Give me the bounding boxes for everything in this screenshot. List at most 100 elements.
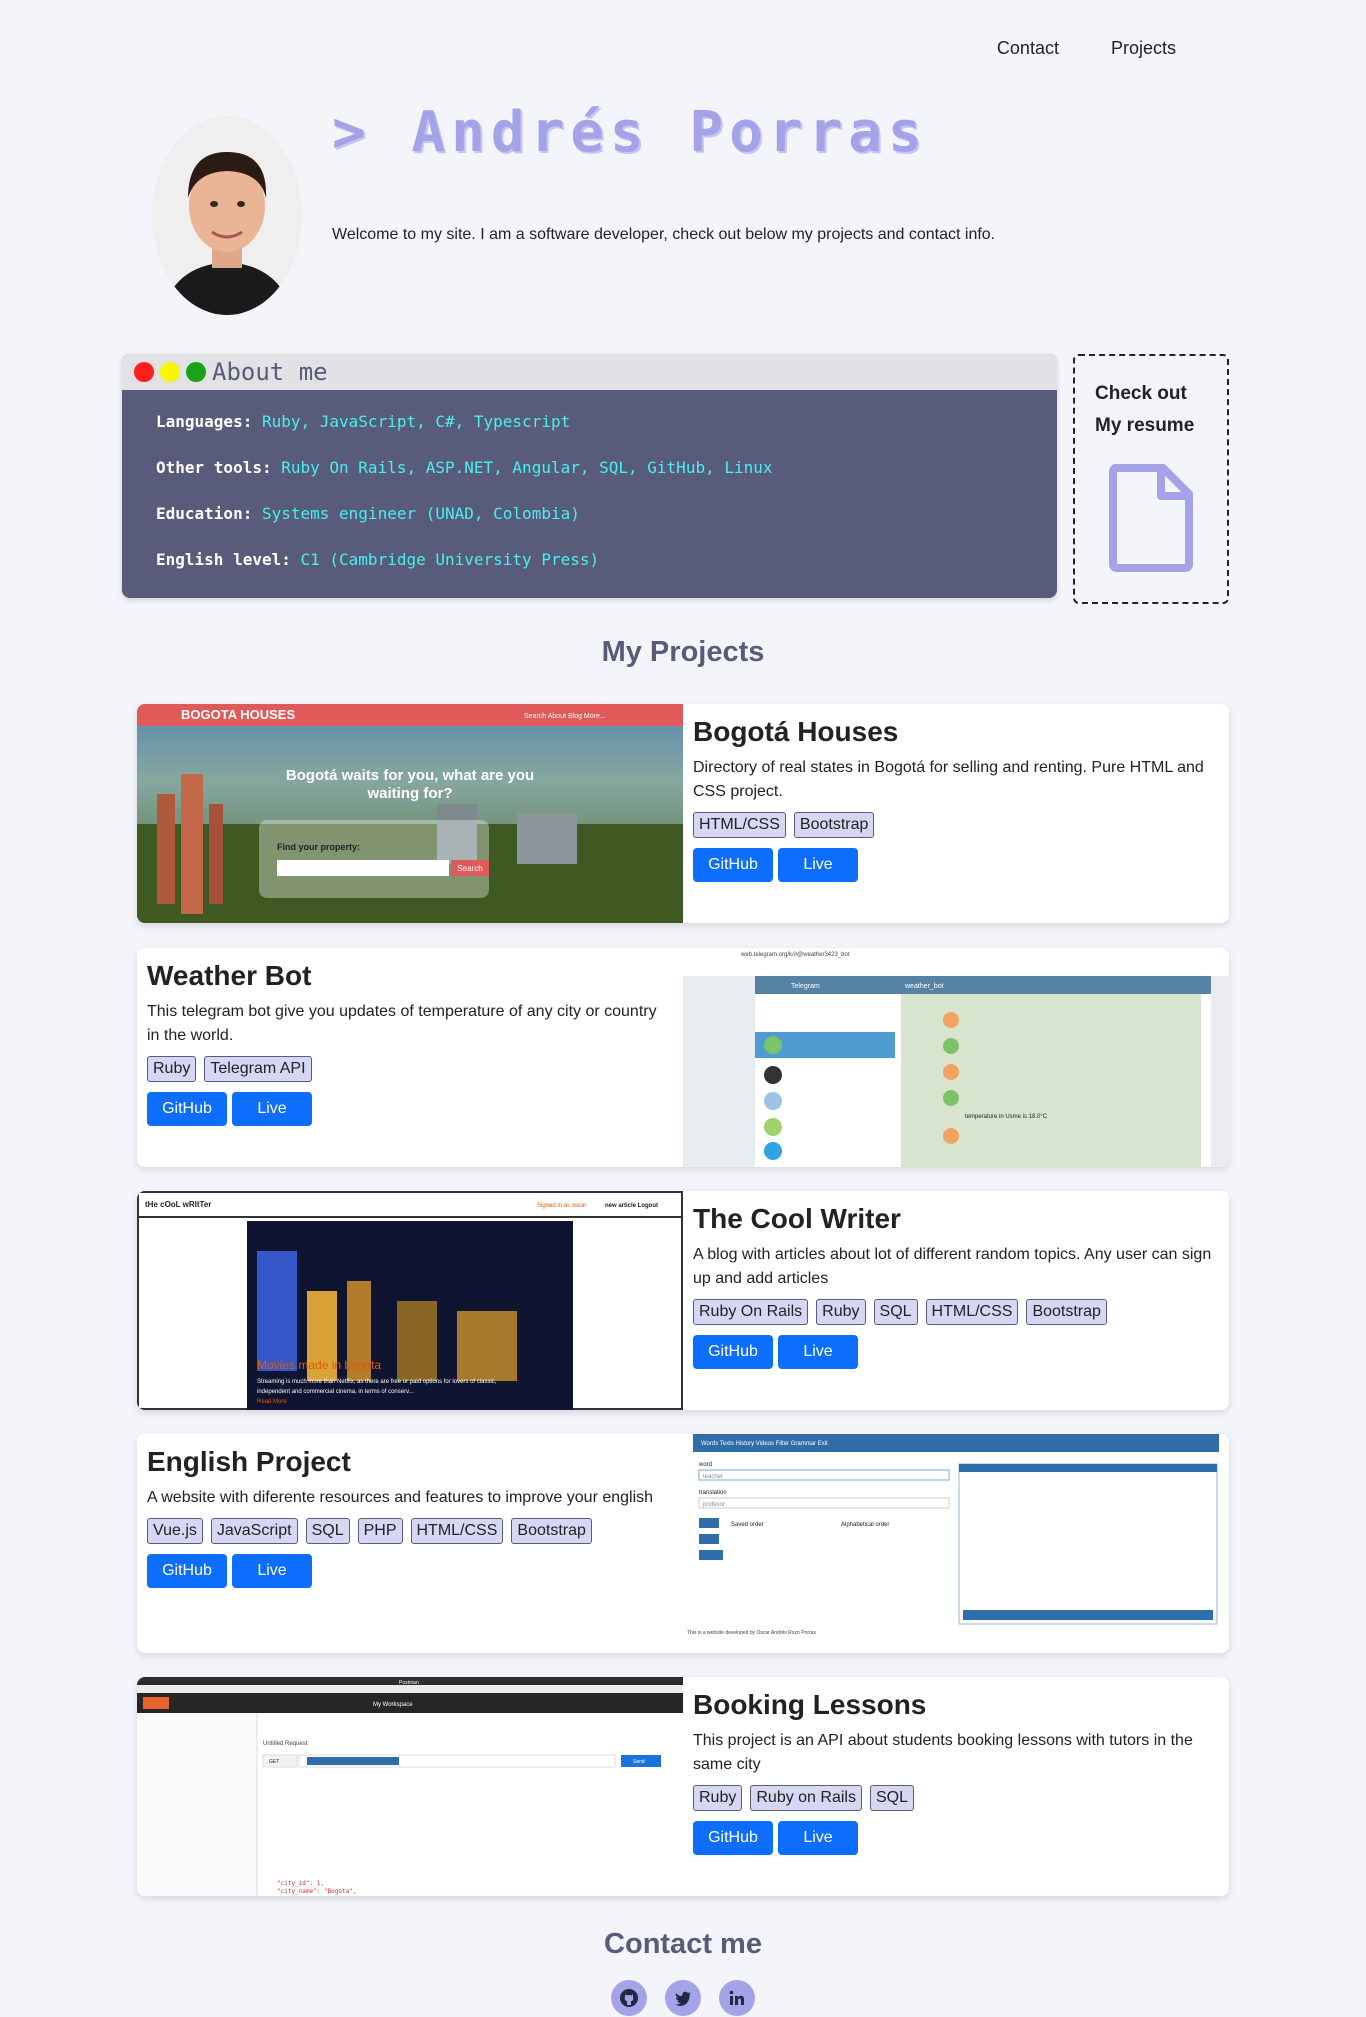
- tech-tag: Bootstrap: [511, 1518, 592, 1544]
- about-row-english: English level: C1 (Cambridge University …: [156, 550, 1023, 569]
- project-description: A blog with articles about lot of differ…: [693, 1246, 1212, 1287]
- about-value: Systems engineer (UNAD, Colombia): [261, 504, 580, 523]
- project-tags: Ruby Ruby on Rails SQL: [693, 1785, 1219, 1811]
- svg-text:My Workspace: My Workspace: [373, 1702, 413, 1708]
- svg-text:Alphabetical order: Alphabetical order: [841, 1522, 889, 1528]
- tech-tag: Ruby on Rails: [750, 1785, 862, 1811]
- resume-line-1: Check out: [1095, 383, 1187, 404]
- tech-tag: Ruby On Rails: [693, 1299, 809, 1325]
- live-button[interactable]: Live: [232, 1554, 312, 1588]
- github-button[interactable]: GitHub: [147, 1554, 227, 1588]
- social-links: [0, 1980, 1366, 2016]
- about-value: C1 (Cambridge University Press): [300, 550, 600, 569]
- svg-text:Bogotá waits for you, what are: Bogotá waits for you, what are you: [286, 767, 534, 784]
- project-tags: Ruby On Rails Ruby SQL HTML/CSS Bootstra…: [693, 1299, 1219, 1325]
- live-button[interactable]: Live: [778, 1821, 858, 1855]
- tech-tag: Telegram API: [204, 1056, 312, 1082]
- tech-tag: PHP: [357, 1518, 403, 1544]
- project-title: Weather Bot: [147, 960, 312, 991]
- nav-contact-link[interactable]: Contact: [997, 38, 1059, 59]
- project-description: A website with diferente resources and f…: [147, 1489, 654, 1506]
- project-screenshot: tHe cOoL wRItTer Signed in as oscar new …: [137, 1191, 683, 1410]
- project-tags: Vue.js JavaScript SQL PHP HTML/CSS Boots…: [147, 1518, 673, 1544]
- document-icon: [1109, 464, 1193, 572]
- project-title: Booking Lessons: [693, 1689, 927, 1720]
- svg-text:Search About Blog More..: Search About Blog More...: [524, 713, 606, 720]
- project-info: Bogotá Houses Directory of real states i…: [683, 704, 1229, 923]
- projects-heading: My Projects: [601, 636, 765, 668]
- github-button[interactable]: GitHub: [693, 1821, 773, 1855]
- resume-line-2: My resume: [1095, 415, 1195, 436]
- svg-text:Untitled Request: Untitled Request: [263, 1741, 308, 1747]
- about-terminal: About me Languages: Ruby, JavaScript, C#…: [122, 354, 1057, 598]
- live-button[interactable]: Live: [778, 848, 858, 882]
- svg-text:independent and commercial cin: independent and commercial cinema, in te…: [257, 1389, 414, 1395]
- live-button[interactable]: Live: [232, 1092, 312, 1126]
- tech-tag: HTML/CSS: [925, 1299, 1019, 1325]
- svg-text:profesor: profesor: [703, 1502, 725, 1508]
- svg-text:weather_bot: weather_bot: [904, 983, 944, 990]
- github-button[interactable]: GitHub: [147, 1092, 227, 1126]
- resume-link[interactable]: Check out My resume: [1073, 354, 1229, 604]
- project-screenshot: BOGOTA HOUSES Search About Blog More... …: [137, 704, 683, 923]
- svg-text:waiting for?: waiting for?: [367, 785, 453, 802]
- github-link[interactable]: [611, 1980, 647, 2016]
- live-button[interactable]: Live: [778, 1335, 858, 1369]
- tech-tag: HTML/CSS: [410, 1518, 504, 1544]
- top-nav: Contact Projects: [997, 38, 1176, 59]
- project-tags: HTML/CSS Bootstrap: [693, 812, 1219, 838]
- linkedin-icon: [729, 1990, 744, 2005]
- about-key: Languages:: [156, 412, 253, 431]
- svg-text:Read More: Read More: [257, 1399, 287, 1405]
- close-dot-icon: [134, 362, 154, 382]
- svg-text:tHe cOoL wRItTer: tHe cOoL wRItTer: [145, 1200, 211, 1209]
- site-heading: > Andrés Porras: [332, 100, 928, 165]
- profile-photo: [152, 116, 302, 315]
- project-screenshot: Postman My Workspace Untitled Request GE…: [137, 1677, 683, 1896]
- twitter-icon: [675, 1991, 691, 2006]
- welcome-text: Welcome to my site. I am a software deve…: [332, 226, 996, 243]
- github-button[interactable]: GitHub: [693, 1335, 773, 1369]
- project-tags: Ruby Telegram API: [147, 1056, 673, 1082]
- svg-text:Words Texts History V: Words Texts History Videos Filter Gramma…: [701, 1441, 828, 1447]
- svg-text:web.telegram.org/k/#@weather34: web.telegram.org/k/#@weather3423_bot: [740, 952, 850, 958]
- svg-text:word: word: [698, 1462, 712, 1468]
- project-card: Postman My Workspace Untitled Request GE…: [137, 1677, 1229, 1896]
- project-info: The Cool Writer A blog with articles abo…: [683, 1191, 1229, 1410]
- about-title: About me: [212, 358, 328, 386]
- svg-text:translation: translation: [699, 1490, 727, 1496]
- nav-projects-link[interactable]: Projects: [1111, 38, 1176, 59]
- svg-text:"city_name": "Bogota",: "city_name": "Bogota",: [277, 1888, 356, 1895]
- tech-tag: Ruby: [147, 1056, 197, 1082]
- about-value: Ruby, JavaScript, C#, Typescript: [261, 412, 571, 431]
- maximize-dot-icon: [186, 362, 206, 382]
- about-row-languages: Languages: Ruby, JavaScript, C#, Typescr…: [156, 412, 1023, 431]
- tech-tag: Vue.js: [147, 1518, 203, 1544]
- tech-tag: SQL: [869, 1785, 914, 1811]
- svg-text:Saved order: Saved order: [731, 1522, 764, 1528]
- about-body: Languages: Ruby, JavaScript, C#, Typescr…: [122, 390, 1057, 598]
- svg-text:This is a website developed by: This is a website developed by Oscar And…: [687, 1630, 816, 1636]
- svg-text:Streaming is much more than Ne: Streaming is much more than Netflix, as …: [257, 1379, 497, 1385]
- about-value: Ruby On Rails, ASP.NET, Angular, SQL, Gi…: [281, 458, 773, 477]
- tech-tag: Bootstrap: [1026, 1299, 1107, 1325]
- linkedin-link[interactable]: [719, 1980, 755, 2016]
- github-icon: [620, 1989, 638, 2007]
- minimize-dot-icon: [160, 362, 180, 382]
- project-description: This project is an API about students bo…: [693, 1732, 1193, 1773]
- terminal-titlebar: About me: [122, 354, 1057, 390]
- svg-text:Search: Search: [457, 864, 482, 873]
- about-key: English level:: [156, 550, 291, 569]
- twitter-link[interactable]: [665, 1980, 701, 2016]
- svg-text:new article Logout: new article Logout: [605, 1203, 658, 1209]
- svg-text:"city_id": 1,: "city_id": 1,: [277, 1880, 324, 1887]
- svg-text:GET: GET: [269, 1759, 279, 1765]
- github-button[interactable]: GitHub: [693, 848, 773, 882]
- project-info: Booking Lessons This project is an API a…: [683, 1677, 1229, 1896]
- svg-text:Send: Send: [633, 1759, 645, 1765]
- contact-heading: Contact me: [604, 1928, 762, 1960]
- project-title: Bogotá Houses: [693, 716, 899, 747]
- tech-tag: Ruby: [816, 1299, 866, 1325]
- project-card: Weather Bot This telegram bot give you u…: [137, 948, 1229, 1167]
- project-card: tHe cOoL wRItTer Signed in as oscar new …: [137, 1191, 1229, 1410]
